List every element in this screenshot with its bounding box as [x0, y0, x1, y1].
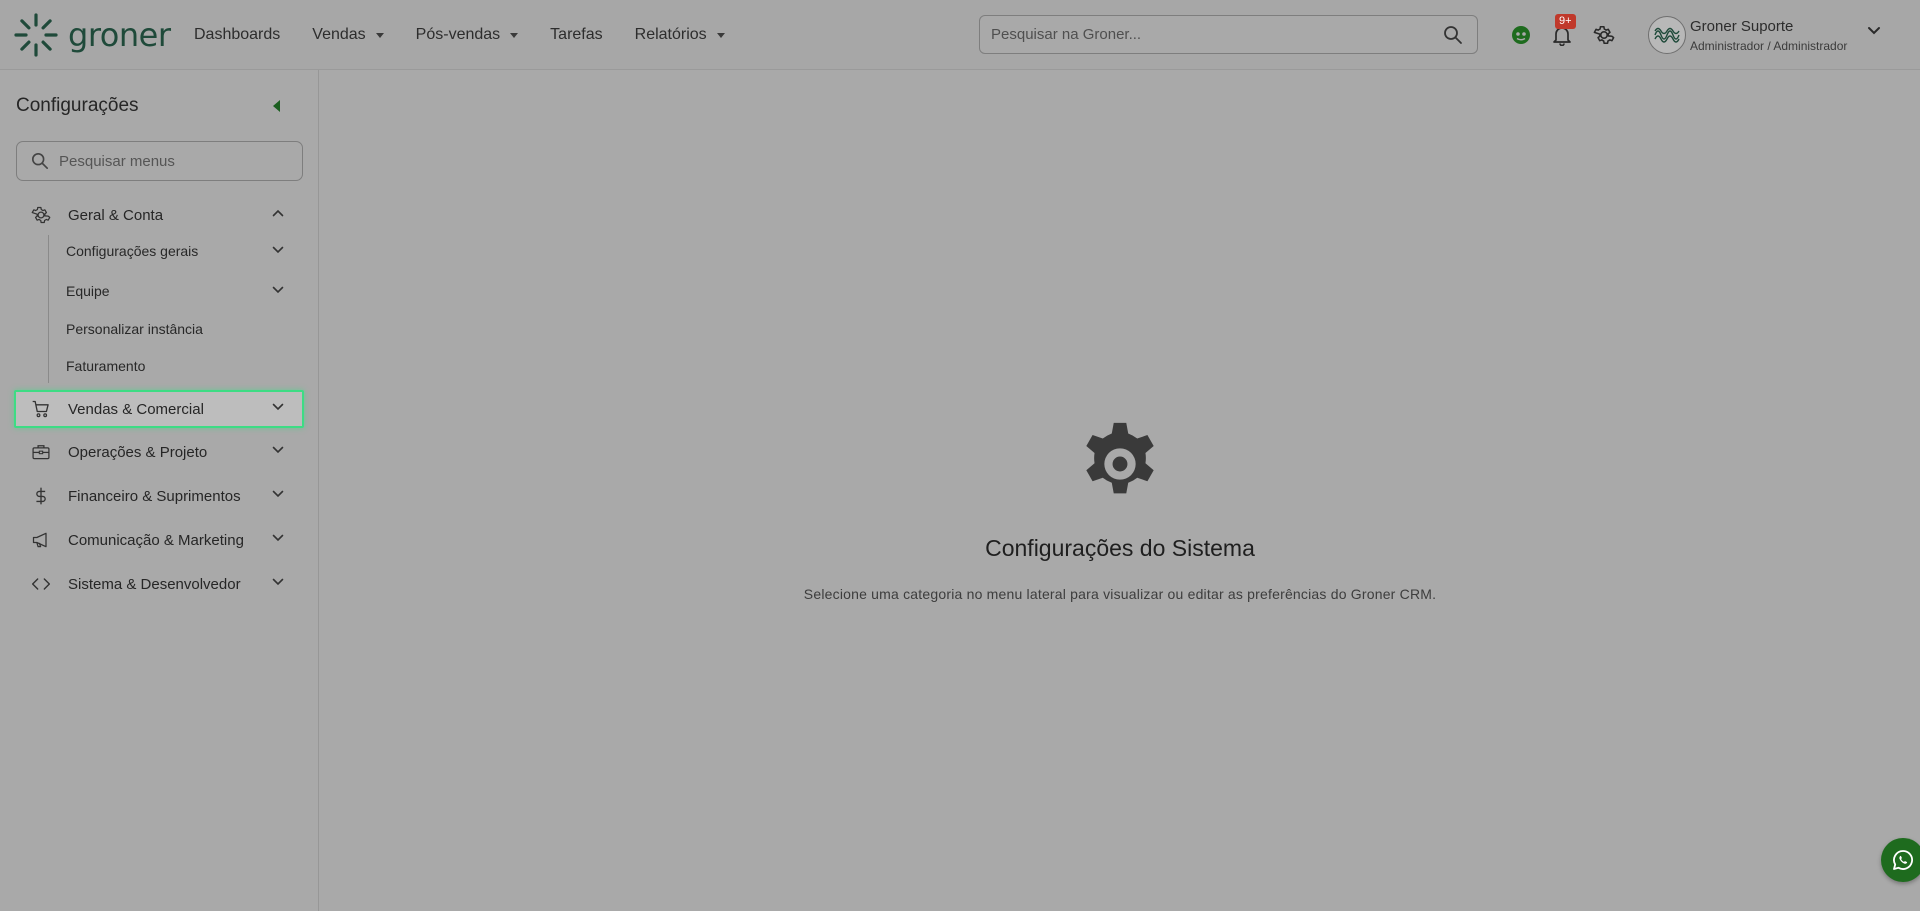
- subitem-label: Personalizar instância: [66, 321, 203, 337]
- user-name: Groner Suporte: [1690, 17, 1794, 35]
- menu-search-input[interactable]: [59, 152, 299, 170]
- sidebar-item-vendas-comercial[interactable]: Vendas & Comercial: [14, 390, 304, 428]
- submenu-guide-line: [48, 235, 49, 383]
- main-content: Configurações do Sistema Selecione uma c…: [320, 70, 1920, 911]
- sidebar-item-operacoes-projeto[interactable]: Operações & Projeto: [14, 433, 304, 471]
- assistant-bot-icon[interactable]: [1511, 25, 1531, 45]
- dollar-icon: [36, 487, 46, 505]
- sidebar-item-label: Comunicação & Marketing: [68, 531, 244, 549]
- chevron-down-icon: [272, 490, 284, 498]
- sidebar-item-geral-conta[interactable]: Geral & Conta: [14, 196, 304, 234]
- collapse-sidebar-icon[interactable]: [273, 100, 280, 112]
- sidebar-item-label: Operações & Projeto: [68, 443, 208, 461]
- subitem-label: Faturamento: [66, 358, 146, 374]
- sidebar-item-label: Financeiro & Suprimentos: [68, 487, 241, 505]
- user-menu[interactable]: Groner Suporte Administrador / Administr…: [1648, 16, 1847, 54]
- settings-gear-icon[interactable]: [1593, 24, 1615, 46]
- sidebar-title: Configurações: [16, 95, 139, 116]
- user-role: Administrador / Administrador: [1690, 38, 1848, 53]
- subitem-personalizar-instancia[interactable]: Personalizar instância: [66, 315, 304, 343]
- whatsapp-icon: [1893, 850, 1913, 870]
- brand-name: groner: [68, 16, 171, 54]
- chevron-down-icon: [272, 578, 284, 586]
- global-search[interactable]: [979, 15, 1478, 54]
- megaphone-icon: [32, 532, 47, 548]
- nav-tarefas-label: Tarefas: [550, 26, 603, 43]
- subitem-label: Equipe: [66, 283, 110, 299]
- notification-badge: 9+: [1555, 14, 1576, 29]
- nav-pos-vendas-label: Pós-vendas: [415, 26, 501, 43]
- chevron-down-icon: [272, 403, 284, 411]
- sidebar-item-label: Sistema & Desenvolvedor: [68, 575, 241, 593]
- nav-relatorios[interactable]: Relatórios: [635, 26, 725, 44]
- brand-logo[interactable]: groner: [12, 10, 171, 60]
- settings-sidebar: Configurações Geral & Conta Configuraçõe…: [0, 70, 319, 911]
- global-search-input[interactable]: [980, 26, 1420, 43]
- sidebar-item-label: Vendas & Comercial: [68, 400, 204, 418]
- chevron-down-icon: [272, 446, 284, 454]
- settings-gear-icon: [1086, 422, 1154, 494]
- code-icon: [31, 578, 51, 590]
- nav-vendas-label: Vendas: [312, 26, 366, 43]
- sidebar-item-comunicacao-marketing[interactable]: Comunicação & Marketing: [14, 521, 304, 559]
- menu-search[interactable]: [16, 141, 303, 181]
- nav-vendas[interactable]: Vendas: [312, 26, 384, 44]
- toolbox-icon: [32, 445, 50, 460]
- sidebar-item-sistema-desenvolvedor[interactable]: Sistema & Desenvolvedor: [14, 565, 304, 603]
- subitem-equipe[interactable]: Equipe: [66, 277, 304, 305]
- page-title: Configurações do Sistema: [985, 535, 1255, 561]
- whatsapp-chat-button[interactable]: [1881, 838, 1920, 882]
- caret-down-icon: [716, 32, 725, 38]
- caret-down-icon: [510, 32, 519, 38]
- chevron-down-icon: [272, 534, 284, 542]
- nav-relatorios-label: Relatórios: [634, 26, 707, 43]
- groner-logo-icon: [14, 13, 58, 57]
- nav-pos-vendas[interactable]: Pós-vendas: [416, 26, 519, 44]
- search-icon: [31, 152, 49, 170]
- chevron-down-icon[interactable]: [1867, 26, 1881, 36]
- subitem-faturamento[interactable]: Faturamento: [66, 352, 304, 380]
- subitem-label: Configurações gerais: [66, 243, 199, 259]
- nav-tarefas[interactable]: Tarefas: [550, 26, 602, 44]
- top-navigation: Dashboards Vendas Pós-vendas Tarefas Rel…: [194, 0, 757, 70]
- avatar: [1648, 16, 1686, 54]
- sidebar-item-financeiro-suprimentos[interactable]: Financeiro & Suprimentos: [14, 477, 304, 515]
- sidebar-item-label: Geral & Conta: [68, 206, 164, 224]
- chevron-down-icon: [272, 286, 284, 294]
- gear-icon: [31, 206, 51, 224]
- chevron-up-icon: [272, 209, 284, 217]
- page-subtitle: Selecione uma categoria no menu lateral …: [803, 586, 1437, 602]
- top-header: groner Dashboards Vendas Pós-vendas Tare…: [0, 0, 1920, 70]
- nav-dashboards[interactable]: Dashboards: [194, 26, 280, 44]
- groner-avatar-icon: [1654, 27, 1680, 43]
- cart-icon: [32, 400, 49, 418]
- nav-dashboards-label: Dashboards: [194, 26, 281, 43]
- search-icon[interactable]: [1443, 25, 1463, 45]
- caret-down-icon: [375, 32, 384, 38]
- subitem-configuracoes-gerais[interactable]: Configurações gerais: [66, 237, 304, 265]
- chevron-down-icon: [272, 246, 284, 254]
